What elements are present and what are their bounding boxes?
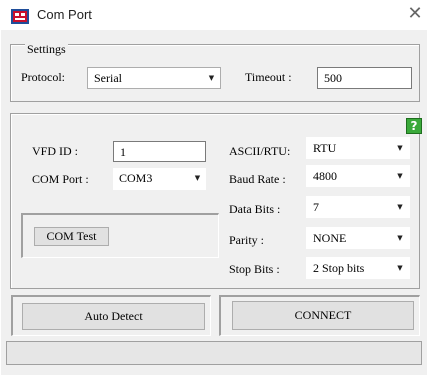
help-icon[interactable]: ? [406,118,422,134]
window-title: Com Port [37,7,92,22]
connect-button[interactable]: CONNECT [232,301,414,330]
stop-bits-select[interactable]: 2 Stop bits ▼ [306,257,410,279]
com-port-label: COM Port : [32,172,89,186]
vfd-id-value: 1 [120,145,126,159]
chevron-down-icon: ▼ [397,144,403,152]
connect-label: CONNECT [294,308,352,322]
ascii-rtu-select[interactable]: RTU ▼ [306,137,410,159]
chevron-down-icon: ▼ [397,234,403,242]
timeout-input[interactable]: 500 [317,67,412,89]
chevron-down-icon: ▼ [397,264,403,272]
stop-bits-value: 2 Stop bits [313,261,365,275]
chevron-down-icon: ▼ [397,203,403,211]
auto-detect-button[interactable]: Auto Detect [22,303,205,330]
protocol-label: Protocol: [21,70,65,84]
auto-detect-label: Auto Detect [84,309,143,323]
data-bits-select[interactable]: 7 ▼ [306,196,410,218]
chevron-down-icon: ▼ [194,174,201,182]
timeout-value: 500 [324,71,342,85]
ascii-rtu-label: ASCII/RTU: [229,144,291,158]
settings-caption: Settings [25,42,68,57]
data-bits-value: 7 [313,200,319,214]
stop-bits-label: Stop Bits : [229,262,280,276]
protocol-value: Serial [94,71,122,85]
parity-label: Parity : [229,233,264,247]
baud-rate-value: 4800 [313,169,337,183]
parity-select[interactable]: NONE ▼ [306,227,410,249]
status-bar [6,341,422,365]
vfd-id-input[interactable]: 1 [113,141,206,162]
baud-rate-select[interactable]: 4800 ▼ [306,165,410,187]
chevron-down-icon: ▼ [397,172,403,180]
ascii-rtu-value: RTU [313,141,337,155]
timeout-label: Timeout : [245,70,292,84]
protocol-select[interactable]: Serial ▼ [87,67,221,89]
com-test-label: COM Test [46,229,97,243]
chevron-down-icon: ▼ [208,74,215,82]
com-port-select[interactable]: COM3 ▼ [113,168,206,190]
com-port-value: COM3 [119,171,153,185]
close-icon[interactable]: ✕ [405,3,425,25]
vfd-id-label: VFD ID : [32,144,79,158]
com-test-button[interactable]: COM Test [34,227,109,246]
baud-rate-label: Baud Rate : [229,172,286,186]
app-logo-icon [11,9,29,24]
parity-value: NONE [313,231,347,245]
title-bar: Com Port ✕ [0,0,427,30]
data-bits-label: Data Bits : [229,202,281,216]
